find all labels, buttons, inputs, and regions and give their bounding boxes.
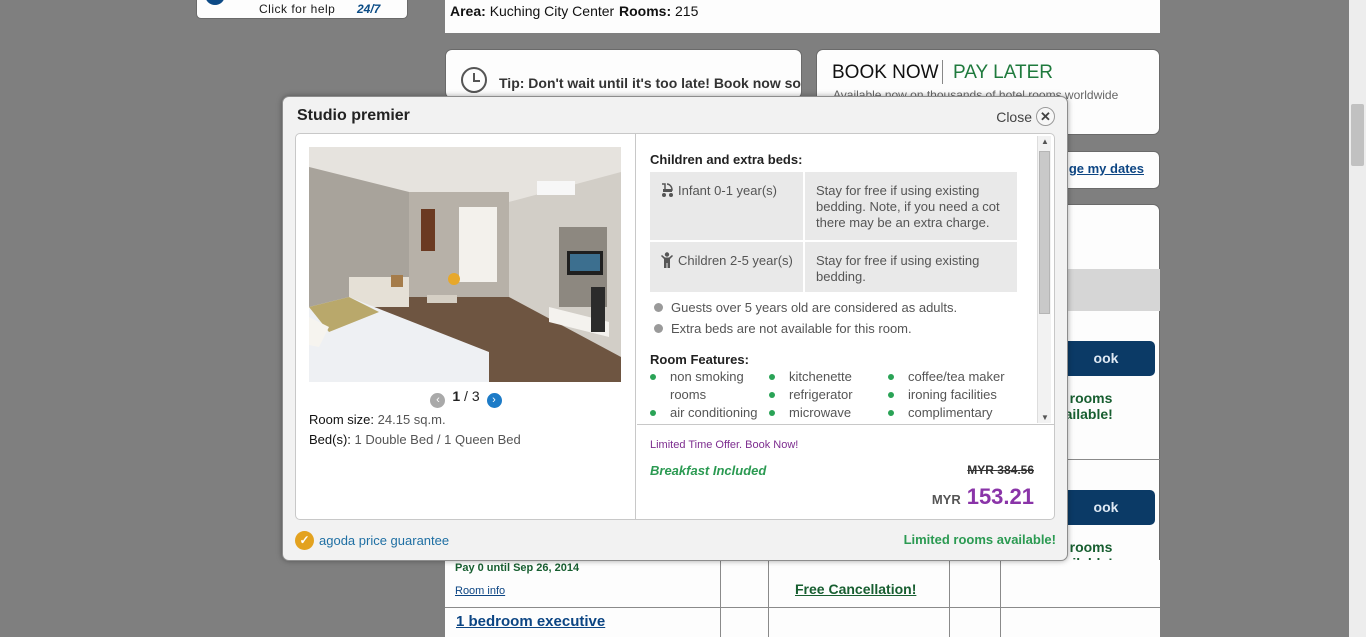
feature-item: non smoking rooms: [650, 368, 760, 404]
next-room-link[interactable]: 1 bedroom executive: [456, 613, 605, 630]
room-table-bottom: Pay 0 until Sep 26, 2014 Room info Free …: [445, 560, 1160, 637]
scroll-down-icon[interactable]: ▼: [1040, 413, 1050, 422]
column-divider: [720, 560, 721, 637]
column-divider: [949, 560, 950, 637]
details-scrollbar[interactable]: ▲ ▼: [1037, 136, 1051, 423]
feature-item: air conditioning: [650, 404, 760, 422]
children-title: Children and extra beds:: [650, 152, 803, 167]
photo-index: 1 / 3: [452, 388, 480, 404]
child-age: Infant 0-1 year(s): [678, 183, 777, 198]
book-now-label: BOOK NOW: [832, 62, 939, 83]
book-button[interactable]: ook: [1057, 341, 1155, 376]
page-scrollbar-thumb[interactable]: [1351, 104, 1364, 166]
feature-item: complimentary: [888, 404, 993, 422]
child-icon: [660, 252, 674, 268]
column-divider: [768, 560, 769, 637]
feature-item: refrigerator: [769, 386, 853, 404]
chevron-left-icon[interactable]: ‹: [430, 393, 446, 408]
feature-item: ironing facilities: [888, 386, 997, 404]
feature-item: coffee/tea maker: [888, 368, 1005, 386]
column-divider: [1000, 560, 1001, 637]
limited-offer-text: Limited Time Offer. Book Now!: [650, 439, 799, 451]
details-scroll-area[interactable]: Children and extra beds: Infant 0-1 year…: [637, 134, 1054, 425]
child-policy: Stay for free if using existing bedding.: [816, 253, 980, 284]
price-guarantee-link[interactable]: agoda price guarantee: [319, 533, 449, 548]
free-cancellation-link[interactable]: Free Cancellation!: [795, 581, 916, 597]
close-button[interactable]: Close ✕: [996, 107, 1055, 126]
chevron-right-icon[interactable]: ›: [486, 393, 502, 408]
rooms-label: Rooms:: [619, 3, 672, 19]
room-details-modal: Studio premier Close ✕ ‹ 1 / 3 › Room si…: [282, 96, 1068, 561]
pay-later-label: PAY LATER: [953, 62, 1053, 83]
help-box[interactable]: Click for help 24/7: [196, 0, 408, 19]
modal-title: Studio premier: [297, 107, 410, 124]
room-info-link[interactable]: Room info: [455, 585, 505, 597]
help-icon: [205, 0, 225, 5]
price-guarantee[interactable]: ✓ agoda price guarantee: [295, 531, 449, 550]
divider: [942, 60, 943, 84]
area-value: Kuching City Center: [489, 3, 615, 19]
row-divider: [445, 607, 1160, 608]
feature-item: microwave: [769, 404, 851, 422]
checkmark-icon: ✓: [295, 531, 314, 550]
room-size: Room size: 24.15 sq.m.: [309, 412, 446, 427]
room-photo: [309, 147, 621, 382]
features-title: Room Features:: [650, 352, 749, 367]
original-price: MYR 384.56: [967, 463, 1034, 477]
policy-note: Guests over 5 years old are considered a…: [654, 300, 957, 315]
beds: Bed(s): 1 Double Bed / 1 Queen Bed: [309, 432, 521, 447]
change-dates-link[interactable]: ge my dates: [1069, 161, 1144, 176]
close-label[interactable]: Close: [996, 109, 1032, 125]
tip-box: Tip: Don't wait until it's too late! Boo…: [445, 49, 802, 99]
child-policy-row: Children 2-5 year(s) Stay for free if us…: [650, 242, 1017, 292]
feature-item: kitchenette: [769, 368, 852, 386]
stroller-icon: [660, 182, 674, 198]
breakfast-included: Breakfast Included: [650, 463, 767, 478]
policy-note: Extra beds are not available for this ro…: [654, 321, 912, 336]
close-icon[interactable]: ✕: [1036, 107, 1055, 126]
rooms-value: 215: [675, 3, 699, 19]
photo-pager: ‹ 1 / 3 ›: [296, 388, 636, 408]
room-gallery-column: ‹ 1 / 3 › Room size: 24.15 sq.m. Bed(s):…: [296, 134, 636, 519]
discounted-price: MYR 153.21: [931, 484, 1034, 509]
modal-body: ‹ 1 / 3 › Room size: 24.15 sq.m. Bed(s):…: [295, 133, 1055, 520]
page-scrollbar[interactable]: [1349, 0, 1366, 637]
limited-rooms-notice: Limited rooms available!: [903, 532, 1056, 547]
child-age: Children 2-5 year(s): [678, 253, 793, 268]
details-scrollbar-thumb[interactable]: [1039, 151, 1050, 314]
area-label: Area:: [450, 3, 486, 19]
pay-later-note: Pay 0 until Sep 26, 2014: [455, 562, 580, 574]
child-policy: Stay for free if using existing bedding.…: [816, 183, 1000, 230]
help-badge: 24/7: [357, 2, 381, 16]
room-details-column: Children and extra beds: Infant 0-1 year…: [637, 134, 1054, 519]
hotel-summary-bar: Area: Kuching City Center Rooms: 215: [445, 0, 1160, 33]
clock-icon: [461, 67, 487, 93]
book-button[interactable]: ook: [1057, 490, 1155, 525]
scroll-up-icon[interactable]: ▲: [1040, 137, 1050, 146]
child-policy-row: Infant 0-1 year(s) Stay for free if usin…: [650, 172, 1017, 240]
help-label: Click for help: [259, 2, 336, 16]
tip-text: Tip: Don't wait until it's too late! Boo…: [499, 75, 801, 91]
